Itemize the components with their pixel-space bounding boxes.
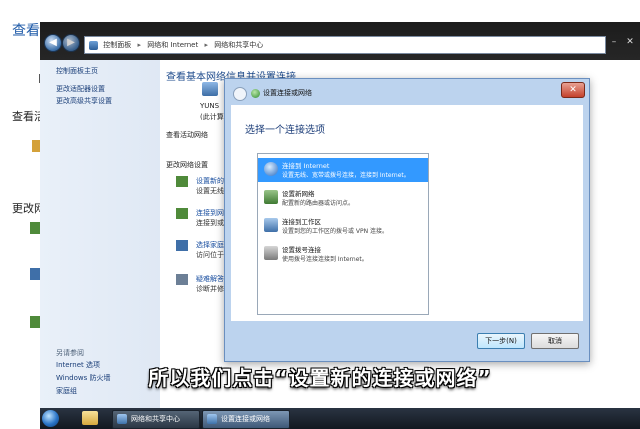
network-wizard-icon: [207, 414, 217, 424]
workplace-icon: [264, 218, 278, 232]
sidebar-item-control-panel-home[interactable]: 控制面板主页: [56, 66, 98, 76]
breadcrumb-separator-icon: ▸: [137, 41, 141, 49]
active-networks-heading: 查看活动网络: [166, 131, 208, 139]
option-desc: 设置到您的工作区的拨号或 VPN 连接。: [282, 228, 389, 235]
taskbar-item-label: 网络和共享中心: [131, 415, 180, 423]
sidebar: 控制面板主页 更改适配器设置 更改高级共享设置 另请参阅 Internet 选项…: [40, 60, 160, 408]
option-connect-internet[interactable]: 连接到 Internet 设置无线、宽带或拨号连接，连接到 Internet。: [258, 158, 428, 182]
breadcrumb-network-internet[interactable]: 网络和 Internet: [147, 41, 198, 49]
computer-name: YUNS: [200, 102, 220, 110]
dialog-back-icon[interactable]: [233, 87, 247, 101]
taskbar-item-setup-connection[interactable]: 设置连接或网络: [202, 410, 290, 429]
taskbar-item-label: 设置连接或网络: [221, 415, 270, 423]
homegroup-icon: [176, 240, 188, 251]
control-panel-icon: [89, 40, 98, 50]
option-desc: 配置新的路由器或访问点。: [282, 200, 355, 207]
forward-arrow-icon[interactable]: ▶: [62, 34, 80, 52]
background-heading: 查看: [12, 23, 40, 39]
sidebar-item-adapter-settings[interactable]: 更改适配器设置: [56, 84, 105, 94]
change-settings-heading: 更改网络设置: [166, 161, 208, 169]
address-bar[interactable]: 控制面板 ▸ 网络和 Internet ▸ 网络和共享中心: [84, 36, 606, 54]
dialog-heading: 选择一个连接选项: [245, 125, 325, 136]
close-icon[interactable]: ✕: [624, 36, 636, 48]
see-also-label: 另请参阅: [56, 349, 84, 357]
network-center-icon: [117, 414, 127, 424]
option-connect-workplace[interactable]: 连接到工作区 设置到您的工作区的拨号或 VPN 连接。: [258, 214, 428, 238]
option-desc: 使用拨号连接连接到 Internet。: [282, 256, 368, 263]
troubleshoot-link[interactable]: 疑难解答: [196, 274, 224, 284]
folder-icon[interactable]: [82, 411, 98, 425]
new-connection-icon: [176, 176, 188, 187]
router-icon: [264, 190, 278, 204]
taskbar: 网络和共享中心 设置连接或网络: [40, 408, 640, 429]
connect-to-network-desc: 连接到或: [196, 219, 224, 227]
next-button[interactable]: 下一步(N): [477, 333, 525, 349]
breadcrumb-separator-icon: ▸: [204, 41, 208, 49]
background-network-icon-3: [30, 316, 40, 328]
option-title: 连接到工作区: [282, 218, 321, 226]
option-setup-new-network[interactable]: 设置新网络 配置新的路由器或访问点。: [258, 186, 428, 210]
setup-new-connection-desc: 设置无线: [196, 187, 224, 195]
explorer-titlebar: ◀ ▶ 控制面板 ▸ 网络和 Internet ▸ 网络和共享中心 – ✕: [40, 22, 640, 60]
option-title: 连接到 Internet: [282, 162, 330, 170]
connect-network-icon: [176, 208, 188, 219]
option-dialup-connection[interactable]: 设置拨号连接 使用拨号连接连接到 Internet。: [258, 242, 428, 266]
dialog-close-icon[interactable]: ✕: [561, 82, 585, 98]
connect-to-network-link[interactable]: 连接到网: [196, 208, 224, 218]
video-subtitle: 所以我们点击“设置新的连接或网络”: [148, 366, 492, 390]
modem-icon: [264, 246, 278, 260]
taskbar-item-network-center[interactable]: 网络和共享中心: [112, 410, 200, 429]
background-network-icon-2: [30, 268, 40, 280]
troubleshoot-icon: [176, 274, 188, 285]
back-arrow-icon[interactable]: ◀: [44, 34, 62, 52]
option-title: 设置拨号连接: [282, 246, 321, 254]
dialog-title: 设置连接或网络: [263, 89, 312, 97]
breadcrumb-control-panel[interactable]: 控制面板: [103, 41, 131, 49]
start-button-icon[interactable]: [42, 410, 59, 427]
breadcrumb-network-sharing-center[interactable]: 网络和共享中心: [214, 41, 263, 49]
option-desc: 设置无线、宽带或拨号连接，连接到 Internet。: [282, 172, 410, 179]
troubleshoot-desc: 诊断并修: [196, 285, 224, 293]
dialog-body: 选择一个连接选项 连接到 Internet 设置无线、宽带或拨号连接，连接到 I…: [231, 105, 583, 321]
globe-icon: [264, 162, 278, 176]
choose-homegroup-link[interactable]: 选择家庭: [196, 240, 224, 250]
sidebar-item-advanced-sharing[interactable]: 更改高级共享设置: [56, 96, 112, 106]
dialog-titlebar: 设置连接或网络 ✕: [225, 79, 589, 105]
background-network-icon: [30, 222, 40, 234]
connection-options-list: 连接到 Internet 设置无线、宽带或拨号连接，连接到 Internet。 …: [257, 153, 429, 315]
option-title: 设置新网络: [282, 190, 315, 198]
network-wizard-icon: [251, 89, 260, 98]
setup-new-connection-link[interactable]: 设置新的: [196, 176, 224, 186]
minimize-icon[interactable]: –: [608, 36, 620, 48]
cancel-button[interactable]: 取消: [531, 333, 579, 349]
computer-subtitle: (此计算: [200, 113, 224, 121]
setup-connection-dialog: 设置连接或网络 ✕ 选择一个连接选项 连接到 Internet 设置无线、宽带或…: [224, 78, 590, 362]
choose-homegroup-desc: 访问位于: [196, 251, 224, 259]
computer-icon: [202, 82, 218, 96]
